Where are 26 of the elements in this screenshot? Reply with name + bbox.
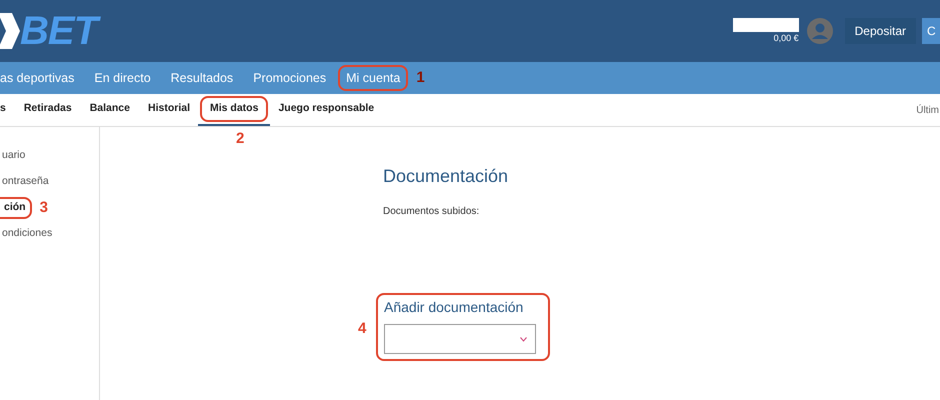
last-login-text: Últim	[916, 103, 940, 118]
section-title: Documentación	[383, 165, 510, 188]
callout-number: 1	[416, 68, 425, 88]
sidebar-item[interactable]: ción	[4, 200, 26, 216]
callout-outline: Mis datos	[200, 96, 268, 122]
sub-tab[interactable]: Balance	[90, 94, 130, 126]
balance-field	[732, 18, 799, 32]
sidebar-item[interactable]: uario	[2, 148, 26, 164]
sidebar-item[interactable]: ondiciones	[2, 226, 52, 242]
deposit-button[interactable]: Depositar	[844, 18, 916, 44]
sidebar-item[interactable]: ontraseña	[2, 174, 49, 190]
callout-number: 3	[40, 198, 48, 218]
sub-tab[interactable]: s	[0, 94, 6, 126]
callout-number: 4	[358, 318, 368, 339]
balance-amount: 0,00 €	[774, 32, 799, 44]
logo-mark-icon	[0, 13, 20, 49]
chevron-down-icon	[520, 336, 527, 342]
add-documentation-title: Añadir documentación	[384, 298, 524, 317]
sub-tab[interactable]: Juego responsable	[278, 94, 374, 126]
callout-number: 2	[236, 129, 244, 149]
sub-tab[interactable]: Retiradas	[24, 94, 72, 126]
sub-tab[interactable]: Historial	[148, 94, 190, 126]
avatar-icon	[806, 18, 833, 44]
uploaded-label: Documentos subidos:	[383, 205, 480, 219]
document-type-select[interactable]	[384, 324, 536, 354]
account-button[interactable]: C	[922, 18, 940, 44]
